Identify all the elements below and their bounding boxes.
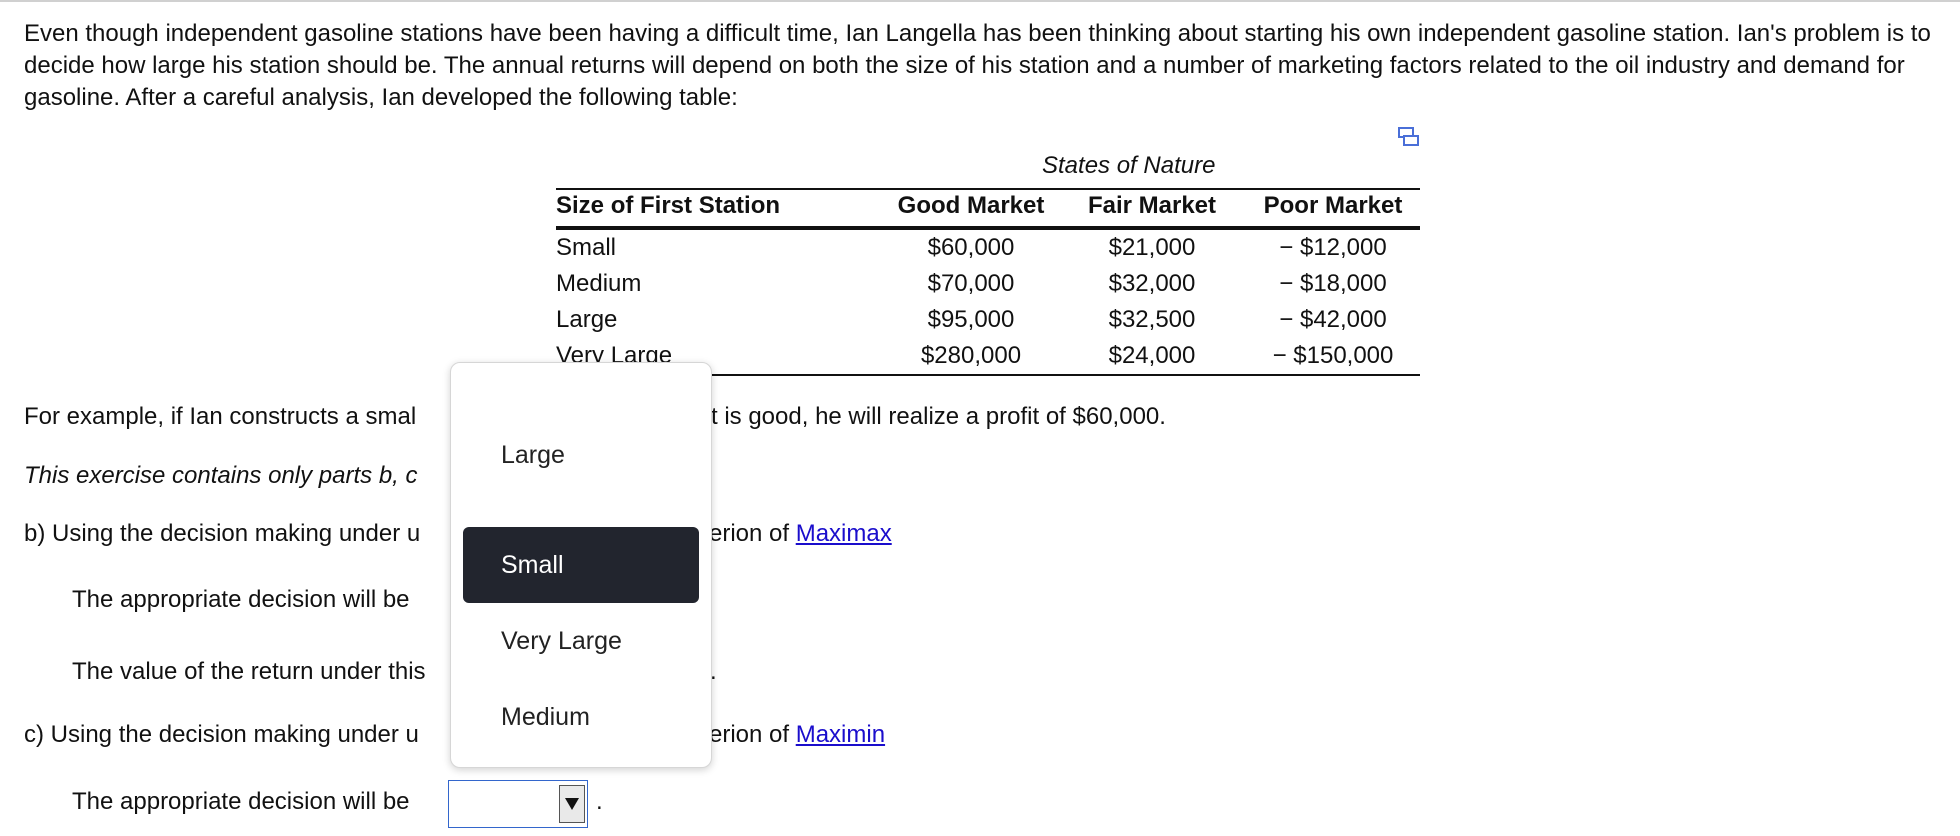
row-good: $95,000: [927, 306, 1015, 333]
problem-statement: Even though independent gasoline station…: [24, 20, 1931, 111]
states-of-nature-label: States of Nature: [1042, 152, 1216, 179]
states-rule: [556, 188, 1420, 190]
option-medium[interactable]: Medium: [463, 679, 699, 755]
decision-dropdown-menu: Large Small Very Large Medium: [450, 362, 712, 768]
row-poor: − $42,000: [1279, 306, 1387, 333]
part-b-criterion-text: erion of: [709, 520, 796, 547]
example-text-right: t is good, he will realize a profit of $…: [711, 403, 1166, 430]
row-good: $280,000: [920, 342, 1022, 369]
row-size: Large: [556, 306, 618, 333]
dropdown-arrow-icon[interactable]: [559, 785, 585, 823]
option-small[interactable]: Small: [463, 527, 699, 603]
maximax-link[interactable]: Maximax: [796, 520, 892, 547]
row-poor: − $18,000: [1279, 270, 1387, 297]
row-fair: $21,000: [1108, 234, 1196, 261]
part-c-prompt-tail: erion of Maximin: [709, 721, 885, 749]
part-c-prompt: c) Using the decision making under u: [24, 721, 419, 748]
header-size: Size of First Station: [556, 192, 781, 219]
exercise-note: This exercise contains only parts b, c: [24, 462, 418, 489]
header-fair-market: Fair Market: [1087, 192, 1217, 219]
part-c-decision-suffix: .: [596, 788, 603, 815]
row-fair: $24,000: [1108, 342, 1196, 369]
part-c-decision-select[interactable]: [448, 780, 588, 828]
option-very-large[interactable]: Very Large: [463, 603, 699, 679]
example-text-left: For example, if Ian constructs a smal: [24, 403, 417, 430]
row-good: $70,000: [927, 270, 1015, 297]
part-b-prompt-tail: erion of Maximax: [709, 520, 892, 548]
row-fair: $32,000: [1108, 270, 1196, 297]
part-c-criterion-text: erion of: [709, 721, 796, 748]
top-divider: [0, 0, 1960, 2]
part-b-value-label: The value of the return under this: [72, 658, 426, 685]
option-large[interactable]: Large: [463, 417, 699, 493]
row-poor: − $150,000: [1272, 342, 1394, 369]
header-rule: [556, 226, 1420, 230]
header-poor-market: Poor Market: [1263, 192, 1403, 219]
part-b-decision-label: The appropriate decision will be: [72, 586, 410, 613]
part-c-decision-label: The appropriate decision will be: [72, 788, 410, 815]
row-poor: − $12,000: [1279, 234, 1387, 261]
copy-table-icon[interactable]: [1398, 126, 1420, 148]
row-good: $60,000: [927, 234, 1015, 261]
maximin-link[interactable]: Maximin: [796, 721, 885, 748]
row-fair: $32,500: [1108, 306, 1196, 333]
row-size: Small: [556, 234, 617, 261]
row-size: Medium: [556, 270, 642, 297]
part-b-prompt: b) Using the decision making under u: [24, 520, 421, 547]
header-good-market: Good Market: [897, 192, 1045, 219]
